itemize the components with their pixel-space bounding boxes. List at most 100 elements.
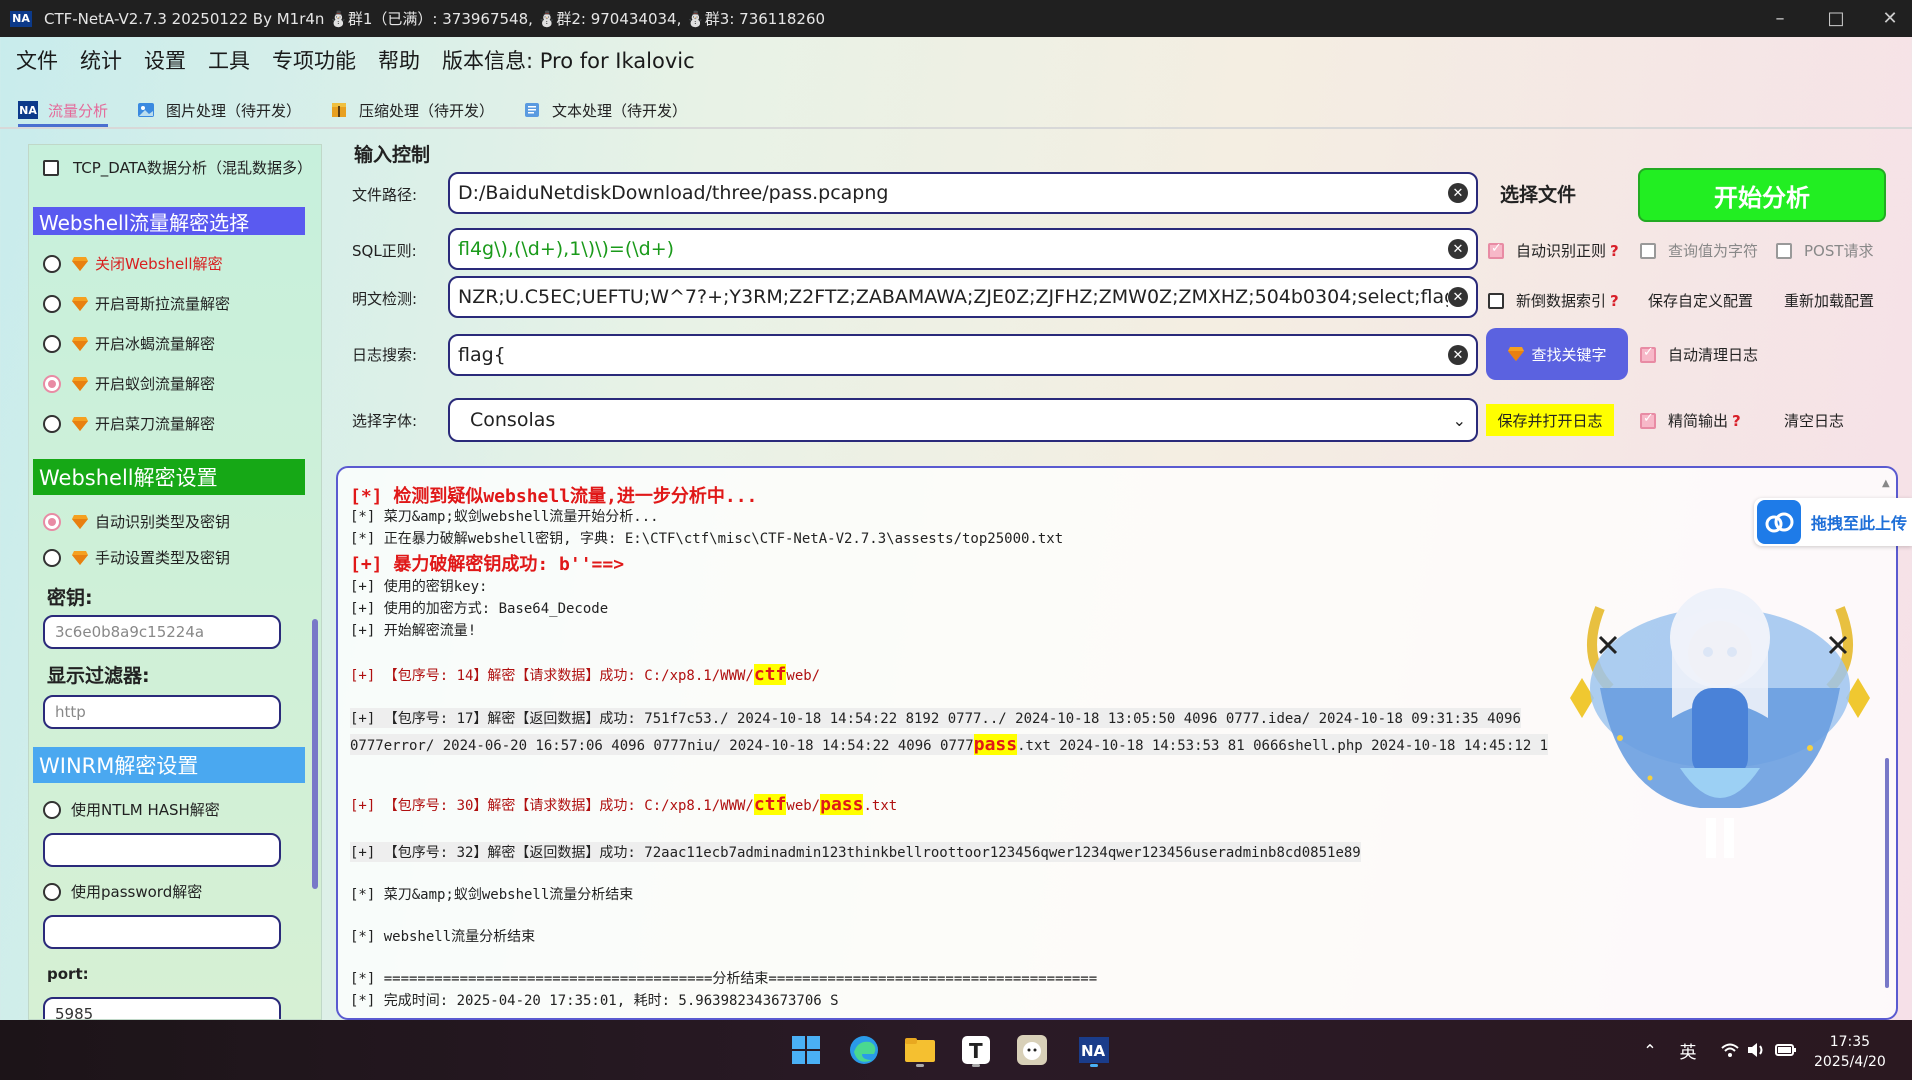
ntlm-hash-input[interactable] xyxy=(43,833,281,867)
gem-icon xyxy=(72,514,88,529)
search-keyword-button[interactable]: 查找关键字 xyxy=(1486,328,1628,380)
radio-ntlm-hash[interactable]: 使用NTLM HASH解密 xyxy=(43,799,220,820)
radio-auto-detect[interactable]: 自动识别类型及密钥 xyxy=(43,511,230,532)
radio-behinder[interactable]: 开启冰蝎流量解密 xyxy=(43,333,215,354)
radio-circle[interactable] xyxy=(43,254,61,273)
left-panel-scrollbar[interactable] xyxy=(311,149,319,1017)
start-analysis-button[interactable]: 开始分析 xyxy=(1638,168,1886,222)
post-request-checkbox[interactable]: POST请求 xyxy=(1776,240,1874,261)
sql-regex-input[interactable]: fl4g\),(\d+),1\)\)=(\d+) ✕ xyxy=(448,228,1478,270)
checkbox-box[interactable] xyxy=(1640,242,1656,259)
checkbox-box[interactable] xyxy=(43,159,59,176)
menu-statistics[interactable]: 统计 xyxy=(80,45,122,75)
save-custom-config-button[interactable]: 保存自定义配置 xyxy=(1648,290,1753,311)
scrollbar-thumb[interactable] xyxy=(312,619,318,889)
tab-archive-processing[interactable]: 压缩处理（待开发） xyxy=(329,100,494,121)
radio-close-webshell[interactable]: 关闭Webshell解密 xyxy=(43,253,223,274)
menu-settings[interactable]: 设置 xyxy=(144,45,186,75)
radio-circle[interactable] xyxy=(43,882,61,901)
menu-version-info[interactable]: 版本信息: Pro for Ikalovic xyxy=(442,45,695,75)
radio-label: 开启蚁剑流量解密 xyxy=(95,375,216,393)
radio-circle[interactable] xyxy=(43,294,61,313)
text-doc-icon xyxy=(522,101,542,119)
radio-godzilla[interactable]: 开启哥斯拉流量解密 xyxy=(43,293,230,314)
sql-regex-label: SQL正则: xyxy=(352,242,417,260)
winrm-settings-heading: WINRM解密设置 xyxy=(33,747,305,783)
clear-icon[interactable]: ✕ xyxy=(1448,183,1468,203)
font-select-dropdown[interactable]: Consolas ⌄ xyxy=(448,398,1478,442)
save-and-open-log-button[interactable]: 保存并打开日志 xyxy=(1486,404,1614,436)
tab-label: 文本处理（待开发） xyxy=(552,101,688,120)
password-input[interactable] xyxy=(43,915,281,949)
plaintext-detect-input[interactable]: NZR;U.C5EC;UEFTU;W^7?+;Y3RM;Z2FTZ;ZABAMA… xyxy=(448,276,1478,318)
menu-tools[interactable]: 工具 xyxy=(208,45,250,75)
radio-antsword[interactable]: 开启蚁剑流量解密 xyxy=(43,373,215,394)
checkbox-box[interactable] xyxy=(1640,411,1656,429)
radio-circle[interactable] xyxy=(43,374,61,393)
new-inverted-index-checkbox[interactable]: 新倒数据索引 ? xyxy=(1488,290,1619,311)
checkbox-box[interactable] xyxy=(1488,292,1504,309)
neta-app-icon[interactable]: NA xyxy=(1074,1030,1114,1070)
radio-label: 关闭Webshell解密 xyxy=(95,255,223,273)
menu-special-functions[interactable]: 专项功能 xyxy=(272,45,356,75)
close-button[interactable]: ✕ xyxy=(1862,0,1912,37)
input-language-indicator[interactable]: 英 xyxy=(1668,1030,1708,1070)
edge-browser-icon[interactable] xyxy=(844,1030,884,1070)
radio-chopper[interactable]: 开启菜刀流量解密 xyxy=(43,413,215,434)
image-icon xyxy=(136,101,156,119)
gem-icon xyxy=(72,550,88,565)
log-line: [+] 使用的密钥key: xyxy=(350,579,488,595)
battery-icon[interactable] xyxy=(1766,1030,1806,1070)
typora-icon[interactable]: T xyxy=(956,1030,996,1070)
reload-config-button[interactable]: 重新加载配置 xyxy=(1784,290,1874,311)
checkbox-box[interactable] xyxy=(1640,345,1656,363)
tab-image-processing[interactable]: 图片处理（待开发） xyxy=(136,100,301,121)
clear-log-button[interactable]: 清空日志 xyxy=(1784,410,1844,431)
tab-text-processing[interactable]: 文本处理（待开发） xyxy=(522,100,687,121)
tab-traffic-analysis[interactable]: NA 流量分析 xyxy=(18,100,109,127)
sheep-app-icon[interactable] xyxy=(1012,1030,1052,1070)
tray-chevron-up-icon[interactable]: ⌃ xyxy=(1630,1030,1670,1070)
clear-icon[interactable]: ✕ xyxy=(1448,287,1468,307)
radio-manual-set[interactable]: 手动设置类型及密钥 xyxy=(43,547,230,568)
checkbox-box[interactable] xyxy=(1488,241,1504,259)
help-icon[interactable]: ? xyxy=(1610,242,1619,260)
radio-circle[interactable] xyxy=(43,800,61,819)
tab-label: 图片处理（待开发） xyxy=(166,101,302,120)
clear-icon[interactable]: ✕ xyxy=(1448,345,1468,365)
clock-time: 17:35 xyxy=(1829,1034,1871,1050)
concise-output-checkbox[interactable]: 精简输出 ? xyxy=(1640,410,1741,431)
svg-text:T: T xyxy=(969,1039,983,1063)
file-explorer-icon[interactable] xyxy=(900,1030,940,1070)
query-as-char-checkbox[interactable]: 查询值为字符 xyxy=(1640,240,1758,261)
port-input[interactable]: 5985 xyxy=(43,997,281,1019)
radio-circle[interactable] xyxy=(43,512,61,531)
minimize-button[interactable]: – xyxy=(1752,0,1808,37)
file-path-input[interactable]: D:/BaiduNetdiskDownload/three/pass.pcapn… xyxy=(448,172,1478,214)
radio-circle[interactable] xyxy=(43,414,61,433)
checkbox-box[interactable] xyxy=(1776,242,1792,259)
menu-file[interactable]: 文件 xyxy=(16,45,58,75)
log-search-input[interactable]: flag{ ✕ xyxy=(448,334,1478,376)
tcp-data-analysis-checkbox[interactable]: TCP_DATA数据分析（混乱数据多） xyxy=(43,157,312,178)
clear-icon[interactable]: ✕ xyxy=(1448,239,1468,259)
help-icon[interactable]: ? xyxy=(1732,412,1741,430)
display-filter-input[interactable]: http xyxy=(43,695,281,729)
log-scrollbar[interactable]: ▲ xyxy=(1882,478,1892,1012)
radio-password[interactable]: 使用password解密 xyxy=(43,881,202,902)
scrollbar-thumb[interactable] xyxy=(1885,758,1889,988)
log-line: [+] 使用的加密方式: Base64_Decode xyxy=(350,601,609,617)
menu-help[interactable]: 帮助 xyxy=(378,45,420,75)
select-file-button[interactable]: 选择文件 xyxy=(1500,180,1576,207)
scroll-up-arrow-icon[interactable]: ▲ xyxy=(1882,478,1892,489)
radio-circle[interactable] xyxy=(43,548,61,567)
auto-clear-log-checkbox[interactable]: 自动清理日志 xyxy=(1640,344,1758,365)
help-icon[interactable]: ? xyxy=(1610,292,1619,310)
drag-upload-widget[interactable]: 拖拽至此上传 xyxy=(1754,498,1912,546)
maximize-button[interactable]: □ xyxy=(1808,0,1864,37)
key-input[interactable]: 3c6e0b8a9c15224a xyxy=(43,615,281,649)
system-clock[interactable]: 17:35 2025/4/20 xyxy=(1814,1032,1886,1072)
radio-circle[interactable] xyxy=(43,334,61,353)
auto-regex-checkbox[interactable]: 自动识别正则 ? xyxy=(1488,240,1619,261)
windows-start-icon[interactable] xyxy=(786,1030,826,1070)
